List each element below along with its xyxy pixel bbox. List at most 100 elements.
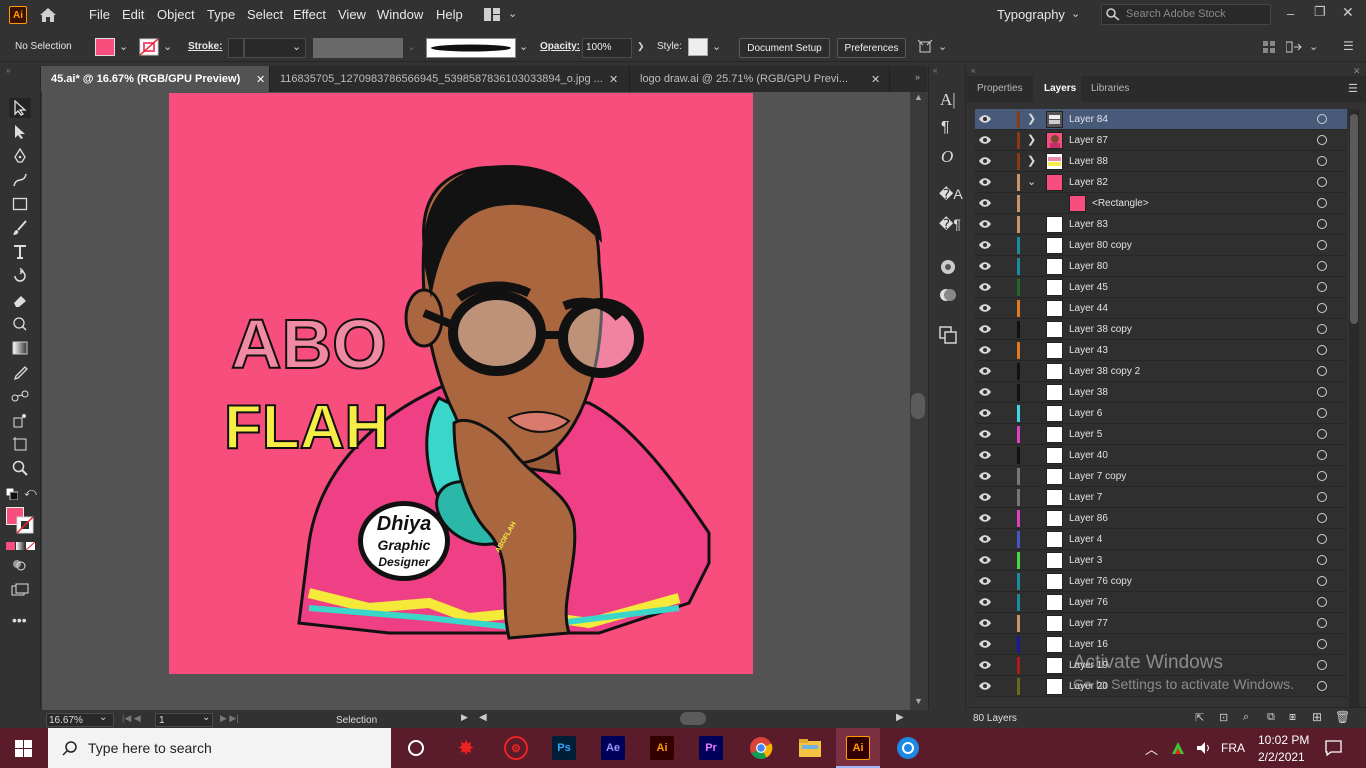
menu-edit[interactable]: Edit: [122, 7, 144, 22]
last-artboard-icon[interactable]: ▶ ▶|: [220, 713, 239, 724]
target-circle-icon[interactable]: [1317, 324, 1327, 334]
visibility-eye-icon[interactable]: [979, 576, 991, 586]
visibility-eye-icon[interactable]: [979, 492, 991, 502]
clock-time[interactable]: 10:02 PM: [1258, 733, 1309, 747]
chevron-down-icon[interactable]: ⌄: [519, 40, 528, 53]
layer-name[interactable]: Layer 80 copy: [1069, 240, 1132, 251]
layer-name[interactable]: Layer 38 copy 2: [1069, 366, 1140, 377]
align-icon[interactable]: [1262, 40, 1276, 54]
tab-45-ai[interactable]: 45.ai* @ 16.67% (RGB/GPU Preview): [41, 66, 270, 92]
layer-row[interactable]: Layer 38 copy: [975, 319, 1347, 340]
scroll-thumb[interactable]: [911, 393, 925, 419]
tab-layers[interactable]: Layers: [1044, 83, 1076, 94]
visibility-eye-icon[interactable]: [979, 324, 991, 334]
chevron-down-icon[interactable]: ⌄: [119, 40, 128, 53]
arrange-documents-icon[interactable]: [484, 8, 500, 21]
target-circle-icon[interactable]: [1317, 681, 1327, 691]
target-circle-icon[interactable]: [1317, 408, 1327, 418]
chevron-down-icon[interactable]: ⌄: [99, 712, 107, 723]
visibility-eye-icon[interactable]: [979, 387, 991, 397]
first-artboard-icon[interactable]: |◀ ◀: [122, 713, 141, 724]
direct-selection-tool[interactable]: [9, 122, 31, 142]
transform-icon[interactable]: [917, 39, 933, 55]
visibility-eye-icon[interactable]: [979, 639, 991, 649]
layer-row[interactable]: Layer 38: [975, 382, 1347, 403]
layer-row[interactable]: Layer 5: [975, 424, 1347, 445]
layer-row[interactable]: Layer 43: [975, 340, 1347, 361]
layer-name[interactable]: Layer 87: [1069, 135, 1108, 146]
stroke-weight-stepper[interactable]: [228, 38, 244, 58]
target-circle-icon[interactable]: [1317, 639, 1327, 649]
stroke-swatch[interactable]: [139, 38, 159, 56]
chevron-right-icon[interactable]: ❯: [1027, 154, 1036, 167]
menu-window[interactable]: Window: [377, 7, 423, 22]
layer-row[interactable]: Layer 77: [975, 613, 1347, 634]
visibility-eye-icon[interactable]: [979, 156, 991, 166]
layer-name[interactable]: Layer 7: [1069, 492, 1102, 503]
chevron-down-icon[interactable]: ⌄: [1309, 40, 1318, 53]
layer-name[interactable]: Layer 4: [1069, 534, 1102, 545]
target-circle-icon[interactable]: [1317, 198, 1327, 208]
taskbar-search-input[interactable]: Type here to search: [48, 728, 391, 768]
layer-name[interactable]: Layer 45: [1069, 282, 1108, 293]
tabs-overflow-icon[interactable]: »: [915, 72, 920, 82]
target-circle-icon[interactable]: [1317, 387, 1327, 397]
menu-effect[interactable]: Effect: [293, 7, 326, 22]
target-circle-icon[interactable]: [1317, 177, 1327, 187]
language-indicator[interactable]: FRA: [1221, 741, 1245, 755]
close-tab-icon[interactable]: ✕: [871, 73, 880, 86]
transparency-icon[interactable]: [939, 286, 957, 304]
restore-button[interactable]: ❐: [1314, 4, 1326, 20]
selection-tool[interactable]: [9, 98, 31, 118]
layer-name[interactable]: Layer 80: [1069, 261, 1108, 272]
collapse-icon[interactable]: «: [971, 66, 975, 75]
close-tab-icon[interactable]: ✕: [609, 73, 618, 86]
status-menu-icon[interactable]: ▶: [461, 712, 468, 723]
premiere-icon[interactable]: Pr: [699, 736, 723, 760]
chevron-down-icon[interactable]: ⌄: [202, 712, 210, 723]
file-explorer-icon[interactable]: [798, 737, 822, 759]
layer-name[interactable]: Layer 82: [1069, 177, 1108, 188]
target-circle-icon[interactable]: [1317, 534, 1327, 544]
network-app-icon[interactable]: [896, 736, 920, 760]
character-styles-icon[interactable]: �A: [939, 186, 963, 203]
visibility-eye-icon[interactable]: [979, 282, 991, 292]
menu-help[interactable]: Help: [436, 7, 463, 22]
chevron-down-icon[interactable]: ⌄: [1071, 7, 1080, 20]
layer-name[interactable]: <Rectangle>: [1092, 198, 1149, 209]
symbol-sprayer-tool[interactable]: [9, 410, 31, 430]
blend-tool[interactable]: [9, 386, 31, 406]
visibility-eye-icon[interactable]: [979, 261, 991, 271]
opacity-field[interactable]: 100%: [582, 38, 632, 58]
visibility-eye-icon[interactable]: [979, 198, 991, 208]
visibility-eye-icon[interactable]: [979, 303, 991, 313]
default-colors-icon[interactable]: [6, 488, 18, 500]
visibility-eye-icon[interactable]: [979, 618, 991, 628]
curvature-tool[interactable]: [9, 170, 31, 190]
chevron-down-icon[interactable]: ⌄: [938, 40, 947, 53]
target-circle-icon[interactable]: [1317, 513, 1327, 523]
target-circle-icon[interactable]: [1317, 597, 1327, 607]
eyedropper-tool[interactable]: [9, 362, 31, 382]
visibility-eye-icon[interactable]: [979, 345, 991, 355]
volume-icon[interactable]: [1196, 741, 1212, 755]
visibility-eye-icon[interactable]: [979, 555, 991, 565]
target-circle-icon[interactable]: [1317, 303, 1327, 313]
visibility-eye-icon[interactable]: [979, 177, 991, 187]
preferences-button[interactable]: Preferences: [837, 38, 906, 58]
scroll-down-icon[interactable]: ▼: [914, 696, 923, 706]
pen-tool[interactable]: [9, 146, 31, 166]
visibility-eye-icon[interactable]: [979, 513, 991, 523]
layer-name[interactable]: Layer 38: [1069, 387, 1108, 398]
layers-scrollbar[interactable]: [1349, 109, 1359, 707]
visibility-eye-icon[interactable]: [979, 219, 991, 229]
minimize-button[interactable]: –: [1287, 6, 1294, 21]
gradient-tool[interactable]: [9, 338, 31, 358]
close-tab-icon[interactable]: ✕: [256, 73, 265, 86]
menu-file[interactable]: File: [89, 7, 110, 22]
screen-mode-icon[interactable]: [11, 583, 29, 597]
scroll-left-icon[interactable]: ◀: [479, 712, 487, 723]
paragraph-styles-icon[interactable]: �¶: [939, 216, 961, 233]
target-circle-icon[interactable]: [1317, 555, 1327, 565]
opentype-panel-icon[interactable]: O: [941, 147, 953, 167]
